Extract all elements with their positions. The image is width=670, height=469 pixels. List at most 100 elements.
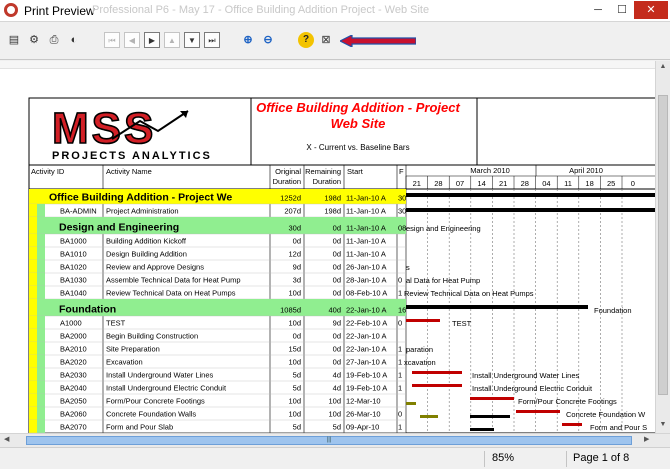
start-date: 19-Feb-10 A bbox=[346, 371, 387, 380]
finish-date: 16 bbox=[398, 306, 406, 315]
row-indent-band bbox=[29, 299, 37, 316]
remaining-duration: 0d bbox=[333, 224, 341, 233]
row-indent-band bbox=[29, 420, 37, 433]
start-date: 11-Jan-10 A bbox=[346, 194, 386, 203]
original-duration: 1252d bbox=[280, 194, 301, 203]
timescale-day: 25 bbox=[607, 179, 615, 188]
last-page-icon[interactable]: ⏭ bbox=[204, 32, 220, 48]
horizontal-scrollbar[interactable]: ◀ ||| ▶ bbox=[0, 433, 670, 447]
scroll-left-icon[interactable]: ◀ bbox=[4, 435, 9, 443]
start-date: 08-Feb-10 A bbox=[346, 289, 387, 298]
start-date: 26-Jan-10 A bbox=[346, 263, 386, 272]
row-indent-band bbox=[37, 260, 45, 273]
scroll-down-icon[interactable]: ▼ bbox=[658, 421, 668, 428]
gantt-bar-label: Install Underground Water Lines bbox=[472, 371, 580, 380]
page-indicator: Page 1 of 8 bbox=[573, 452, 630, 464]
maximize-button[interactable]: ☐ bbox=[612, 1, 632, 19]
row-indent-band bbox=[29, 381, 37, 394]
start-date: 11-Jan-10 A bbox=[346, 224, 386, 233]
first-page-icon[interactable]: ⏮ bbox=[104, 32, 120, 48]
row-indent-band bbox=[37, 247, 45, 260]
print-setup-icon[interactable]: ⚙ bbox=[26, 32, 42, 48]
start-date: 19-Feb-10 A bbox=[346, 384, 387, 393]
row-indent-band bbox=[29, 394, 37, 407]
row-indent-band bbox=[37, 316, 45, 329]
background-window-title: Professional P6 - May 17 - Office Buildi… bbox=[92, 4, 430, 16]
next-page-icon[interactable]: ▶ bbox=[144, 32, 160, 48]
row-indent-band bbox=[29, 342, 37, 355]
activity-name: Review Technical Data on Heat Pumps bbox=[106, 289, 236, 298]
page-up-icon[interactable]: ▲ bbox=[164, 32, 180, 48]
minimize-button[interactable]: ─ bbox=[588, 1, 608, 19]
finish-date: 1 bbox=[398, 423, 402, 432]
gantt-bar-label: paration bbox=[406, 345, 433, 354]
activity-name: Install Underground Water Lines bbox=[106, 371, 214, 380]
gantt-bar-label: Concrete Foundation W bbox=[566, 410, 646, 419]
print-icon[interactable]: ⎙ bbox=[46, 32, 62, 48]
report-title-line1: Office Building Addition - Project bbox=[256, 100, 460, 115]
remaining-duration: 198d bbox=[324, 194, 341, 203]
row-indent-band bbox=[29, 204, 37, 217]
start-date: 11-Jan-10 A bbox=[346, 250, 386, 259]
activity-name: Excavation bbox=[106, 358, 143, 367]
gantt-bar-label: s bbox=[406, 263, 410, 272]
project-summary-bar bbox=[406, 193, 655, 197]
page-down-icon[interactable]: ▼ bbox=[184, 32, 200, 48]
gantt-bar-label: xcavation bbox=[404, 358, 436, 367]
zoom-out-icon[interactable]: ⊖ bbox=[260, 32, 276, 48]
zoom-in-icon[interactable]: ⊕ bbox=[240, 32, 256, 48]
column-header-activity-name: Activity Name bbox=[106, 167, 152, 176]
gantt-bar-label: Install Underground Electric Conduit bbox=[472, 384, 593, 393]
row-indent-band bbox=[37, 204, 45, 217]
timescale-day: 11 bbox=[564, 179, 572, 188]
scroll-right-icon[interactable]: ▶ bbox=[644, 435, 649, 443]
row-indent-band bbox=[37, 286, 45, 299]
activity-bar bbox=[406, 208, 655, 212]
row-indent-band bbox=[29, 368, 37, 381]
timescale-day: 21 bbox=[499, 179, 507, 188]
gantt-bar-label: Foundation bbox=[594, 306, 632, 315]
row-indent-band bbox=[29, 273, 37, 286]
column-header-remaining-duration: Duration bbox=[313, 177, 341, 186]
start-date: 28-Jan-10 A bbox=[346, 276, 386, 285]
timescale-day: 07 bbox=[456, 179, 464, 188]
remaining-duration: 0d bbox=[333, 345, 341, 354]
original-duration: 10d bbox=[288, 289, 301, 298]
publish-icon[interactable]: ◐ bbox=[66, 32, 82, 48]
page-setup-icon[interactable]: ▤ bbox=[6, 32, 22, 48]
page-edge bbox=[0, 61, 655, 69]
activity-id: BA1010 bbox=[60, 250, 87, 259]
gantt-bar-label: Form and Pour S bbox=[590, 423, 647, 432]
row-indent-band bbox=[29, 217, 37, 234]
original-duration: 0d bbox=[293, 332, 301, 341]
report-subtitle: X - Current vs. Baseline Bars bbox=[306, 143, 409, 152]
start-date: 11-Jan-10 A bbox=[346, 207, 386, 216]
current-activity-bar bbox=[516, 410, 560, 413]
remaining-duration: 40d bbox=[328, 306, 341, 315]
activity-name: Site Preparation bbox=[106, 345, 160, 354]
project-name: Office Building Addition - Project We bbox=[49, 192, 232, 204]
timescale-day: 28 bbox=[521, 179, 529, 188]
help-icon[interactable]: ? bbox=[298, 32, 314, 48]
activity-name: TEST bbox=[106, 319, 126, 328]
report-title-line2: Web Site bbox=[331, 116, 386, 131]
row-indent-band bbox=[37, 394, 45, 407]
column-header-start: Start bbox=[347, 167, 364, 176]
row-indent-band bbox=[37, 329, 45, 342]
vertical-scrollbar[interactable]: ▲ ▼ bbox=[655, 61, 670, 433]
baseline-activity-bar bbox=[420, 415, 438, 418]
previous-page-icon[interactable]: ◀ bbox=[124, 32, 140, 48]
close-window-button[interactable]: ✕ bbox=[634, 1, 668, 19]
remaining-duration: 0d bbox=[333, 358, 341, 367]
vertical-scroll-thumb[interactable] bbox=[658, 95, 668, 395]
horizontal-scroll-thumb[interactable]: ||| bbox=[26, 436, 632, 445]
row-indent-band bbox=[29, 286, 37, 299]
remaining-duration: 0d bbox=[333, 250, 341, 259]
gantt-bar-label: TEST bbox=[452, 319, 472, 328]
scroll-up-icon[interactable]: ▲ bbox=[658, 63, 668, 70]
close-preview-icon[interactable]: ⊠ bbox=[318, 32, 334, 48]
row-indent-band bbox=[29, 247, 37, 260]
wbs-name: Foundation bbox=[59, 304, 116, 316]
preview-viewport[interactable]: MSS PROJECTS ANALYTICS Office Building Add… bbox=[0, 61, 655, 433]
baseline-activity-bar bbox=[470, 428, 494, 431]
